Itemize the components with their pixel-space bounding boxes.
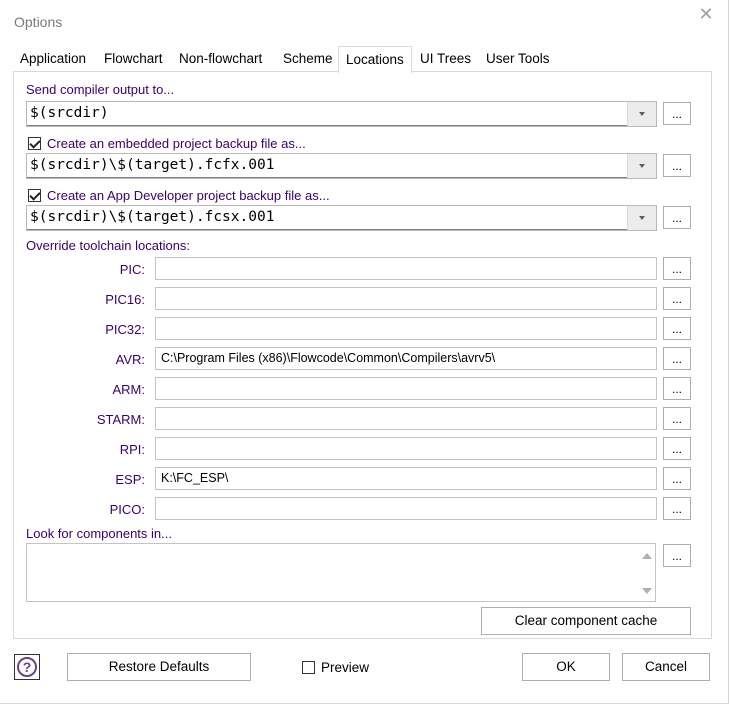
scroll-down-icon[interactable] — [642, 588, 652, 594]
chevron-down-icon — [639, 112, 645, 116]
tab-user-tools[interactable]: User Tools — [486, 48, 550, 72]
help-icon: ? — [17, 657, 37, 677]
appdev-backup-value[interactable]: $(srcdir)\$(target).fcsx.001 — [27, 206, 627, 230]
toolchain-browse-esp[interactable]: ... — [663, 467, 691, 490]
toolchain-label-pic: PIC: — [119, 262, 145, 277]
chevron-down-icon — [639, 216, 645, 220]
preview-checkbox-row[interactable]: Preview — [302, 660, 369, 675]
compiler-output-label: Send compiler output to... — [26, 82, 175, 97]
appdev-backup-checkbox-row[interactable]: Create an App Developer project backup f… — [28, 188, 330, 203]
scroll-up-icon[interactable] — [642, 553, 652, 559]
toolchain-label-pic32: PIC32: — [105, 322, 145, 337]
toolchain-browse-starm[interactable]: ... — [663, 407, 691, 430]
toolchain-label-avr: AVR: — [115, 352, 145, 367]
toolchain-browse-pic16[interactable]: ... — [663, 287, 691, 310]
appdev-backup-dropdown[interactable] — [627, 206, 656, 230]
compiler-output-value[interactable]: $(srcdir) — [27, 102, 627, 126]
embedded-backup-label: Create an embedded project backup file a… — [47, 136, 306, 151]
embedded-backup-checkbox[interactable] — [28, 137, 41, 150]
tab-scheme[interactable]: Scheme — [283, 48, 333, 72]
dialog-title: Options — [14, 14, 63, 30]
toolchain-label-starm: STARM: — [96, 412, 145, 427]
toolchain-browse-avr[interactable]: ... — [663, 347, 691, 370]
toolchain-input-pic16[interactable] — [155, 287, 657, 310]
toolchain-input-arm[interactable] — [155, 377, 657, 400]
compiler-output-browse-button[interactable]: ... — [663, 102, 691, 125]
components-browse-button[interactable]: ... — [663, 544, 691, 567]
preview-checkbox[interactable] — [302, 661, 315, 674]
appdev-backup-browse-button[interactable]: ... — [663, 206, 691, 229]
compiler-output-combo[interactable]: $(srcdir) — [26, 101, 657, 127]
chevron-down-icon — [639, 164, 645, 168]
tab-flowchart[interactable]: Flowchart — [104, 48, 163, 72]
toolchain-browse-arm[interactable]: ... — [663, 377, 691, 400]
tab-locations[interactable]: Locations — [338, 46, 412, 73]
tab-non-flowchart[interactable]: Non-flowchart — [179, 48, 262, 72]
tab-ui-trees[interactable]: UI Trees — [420, 48, 471, 72]
toolchain-input-rpi[interactable] — [155, 437, 657, 460]
components-label: Look for components in... — [26, 526, 172, 541]
toolchain-input-pic[interactable] — [155, 257, 657, 280]
embedded-backup-combo[interactable]: $(srcdir)\$(target).fcfx.001 — [26, 153, 657, 179]
toolchain-heading: Override toolchain locations: — [26, 238, 191, 253]
compiler-output-dropdown[interactable] — [627, 102, 656, 126]
toolchain-input-avr[interactable]: C:\Program Files (x86)\Flowcode\Common\C… — [155, 347, 657, 370]
toolchain-label-pic16: PIC16: — [105, 292, 145, 307]
appdev-backup-checkbox[interactable] — [28, 189, 41, 202]
ok-button[interactable]: OK — [522, 653, 610, 681]
toolchain-browse-pico[interactable]: ... — [663, 497, 691, 520]
restore-defaults-button[interactable]: Restore Defaults — [67, 653, 251, 681]
toolchain-input-pic32[interactable] — [155, 317, 657, 340]
toolchain-label-pico: PICO: — [109, 502, 145, 517]
toolchain-label-rpi: RPI: — [119, 442, 145, 457]
toolchain-browse-pic[interactable]: ... — [663, 257, 691, 280]
help-button[interactable]: ? — [14, 654, 40, 680]
toolchain-label-arm: ARM: — [112, 382, 146, 397]
toolchain-browse-rpi[interactable]: ... — [663, 437, 691, 460]
embedded-backup-browse-button[interactable]: ... — [663, 154, 691, 177]
embedded-backup-checkbox-row[interactable]: Create an embedded project backup file a… — [28, 136, 306, 151]
toolchain-browse-pic32[interactable]: ... — [663, 317, 691, 340]
toolchain-input-esp[interactable]: K:\FC_ESP\ — [155, 467, 657, 490]
tab-application[interactable]: Application — [20, 48, 86, 72]
toolchain-label-esp: ESP: — [115, 472, 145, 487]
embedded-backup-dropdown[interactable] — [627, 154, 656, 178]
toolchain-input-starm[interactable] — [155, 407, 657, 430]
toolchain-input-pico[interactable] — [155, 497, 657, 520]
cancel-button[interactable]: Cancel — [622, 653, 710, 681]
appdev-backup-combo[interactable]: $(srcdir)\$(target).fcsx.001 — [26, 205, 657, 231]
appdev-backup-label: Create an App Developer project backup f… — [47, 188, 330, 203]
options-dialog: Options ✕ Application Flowchart Non-flow… — [0, 0, 729, 704]
clear-component-cache-button[interactable]: Clear component cache — [481, 607, 691, 635]
close-icon[interactable]: ✕ — [697, 5, 715, 23]
embedded-backup-value[interactable]: $(srcdir)\$(target).fcfx.001 — [27, 154, 627, 178]
components-textarea[interactable] — [26, 543, 656, 602]
preview-label: Preview — [321, 660, 370, 675]
